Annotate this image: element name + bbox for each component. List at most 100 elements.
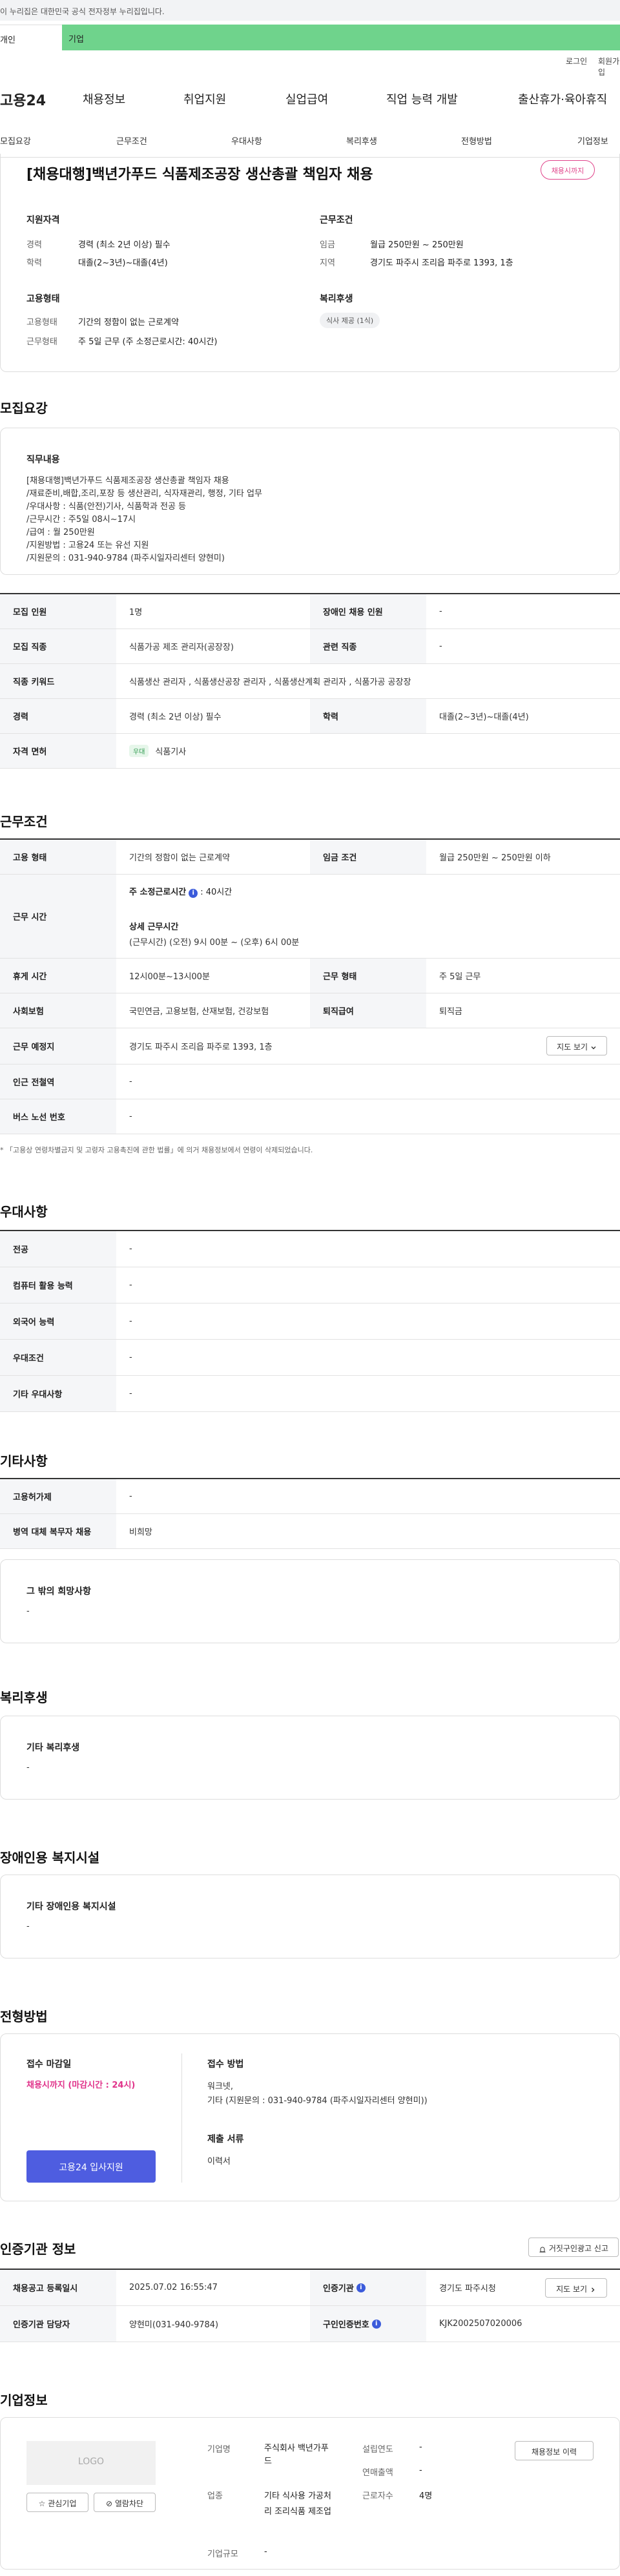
row-key: 외국어 능력 [0,1304,116,1339]
block-company-button[interactable]: ⊘ 열람차단 [94,2493,156,2512]
pref-section-title: 우대사항 [0,1204,48,1220]
favorite-company-button[interactable]: ☆ 관심기업 [26,2493,88,2512]
row-key: 근무 시간 [0,875,116,958]
subnav-company[interactable]: 기업정보 [577,134,608,147]
gnb-item-unemployment-benefit[interactable]: 실업급여 [285,90,328,107]
gnb-item-training[interactable]: 직업 능력 개발 [386,90,458,107]
table-row: 전공 - [0,1231,620,1267]
company-size-value: - [264,2547,267,2557]
company-size-key: 기업규모 [207,2550,238,2559]
table-row: 인근 전철역 - [0,1065,620,1099]
tab-personal-label: 개인 [0,36,16,45]
table-row: 경력 경력 (최소 2년 이상) 필수 학력 대졸(2~3년)~대졸(4년) [0,699,620,734]
report-fake-ad-label: 거짓구인광고 신고 [548,2244,608,2253]
recruit-section-title: 모집요강 [0,400,48,416]
row-key: 관련 직종 [310,629,426,663]
gnb-item-jobs[interactable]: 채용정보 [83,90,125,107]
company-est-value: - [419,2442,422,2452]
gnb-item-employment-support[interactable]: 취업지원 [183,90,226,107]
row-value: - [129,1353,132,1362]
table-row: 기타 우대사항 - [0,1376,620,1412]
subnav-preference[interactable]: 우대사항 [231,134,262,147]
company-employees-key: 근로자수 [362,2491,393,2501]
qual-edu-key: 학력 [26,258,42,268]
company-industry-value: 기타 식사용 가공처리 조리식품 제조업 [264,2491,331,2517]
row-key: 직종 키워드 [0,664,116,698]
detail-hours-value: (근무시간) (오전) 9시 00분 ~ (오후) 6시 00분 [129,938,300,948]
subnav-selection[interactable]: 전형방법 [461,134,492,147]
tab-personal[interactable]: 개인 [0,25,62,50]
info-icon[interactable]: i [356,2283,366,2292]
etc-section-title: 기타사항 [0,1453,48,1469]
company-industry-key: 업종 [207,2491,223,2501]
duty-line: /재료준비,배합,조리,포장 등 생산관리, 식자재관리, 행정, 기타 업무 [26,489,262,499]
login-link[interactable]: 로그인 [566,56,587,67]
job-title: [채용대행]백년가푸드 식품제조공장 생산총괄 책임자 채용 [26,167,373,183]
company-sales-key: 연매출액 [362,2468,393,2478]
block-icon: ⊘ [105,2499,113,2508]
member-type-tabs: 개인 기업 [0,25,620,50]
table-row: 인증기관 담당자 양현미(031-940-9784) 구인인증번호 i KJK20… [0,2306,620,2342]
duty-title: 직무내용 [26,455,60,465]
site-logo[interactable]: 고용24 [0,89,46,110]
global-nav: 고용24 채용정보 취업지원 실업급여 직업 능력 개발 출산휴가·육아휴직 [0,78,620,123]
row-key: 인근 전철역 [0,1065,116,1099]
subnav-work[interactable]: 근무조건 [116,134,147,147]
row-value: 대졸(2~3년)~대졸(4년) [439,712,529,722]
disabled-box-title: 기타 장애인용 복지시설 [26,1902,116,1912]
report-fake-ad-button[interactable]: 거짓구인광고 신고 [528,2238,619,2257]
row-value: 기간의 정함이 없는 근로계약 [129,853,230,863]
etc-wish-box: 그 밖의 희망사항 - [0,1559,620,1643]
row-value: - [129,1244,132,1254]
work-wage-value: 월급 250만원 ~ 250만원 [370,240,464,250]
table-row: 채용공고 등록일시 2025.07.02 16:55:47 인증기관 i 경기도 … [0,2270,620,2306]
deadline-label: 접수 마감일 [26,2059,72,2070]
join-link[interactable]: 회원가입 [598,56,620,78]
chevron-right-icon [591,2287,595,2292]
row-value: 월급 250만원 ~ 250만원 이하 [439,853,551,863]
row-key: 병역 대체 복무자 채용 [0,1514,116,1548]
welfare-box-title: 기타 복리후생 [26,1743,80,1753]
row-value: 2025.07.02 16:55:47 [129,2283,218,2292]
cert-map-button[interactable]: 지도 보기 [545,2278,607,2298]
apply-button[interactable]: 고용24 입사지원 [26,2150,156,2183]
gov-banner: 이 누리집은 대한민국 공식 전자정부 누리집입니다. [0,0,620,21]
welfare-box: 기타 복리후생 - [0,1716,620,1800]
subnav-welfare[interactable]: 복리후생 [346,134,377,147]
info-icon[interactable]: i [371,2319,381,2329]
row-key: 구인인증번호 i [310,2306,426,2342]
hiring-history-button[interactable]: 채용정보 이력 [515,2441,594,2460]
emp-type-key: 고용형태 [26,318,57,327]
tab-company[interactable]: 기업 [62,25,620,50]
row-key: 휴게 시간 [0,959,116,993]
siren-icon [539,2247,546,2252]
duty-line: /지원방법 : 고용24 또는 유선 지원 [26,541,149,550]
company-section-title: 기업정보 [0,2393,48,2408]
preferred-chip: 우대 [129,745,149,757]
work-title: 근무조건 [320,215,353,225]
info-icon[interactable]: i [189,889,198,898]
company-box: LOGO ☆ 관심기업 ⊘ 열람차단 기업명 주식회사 백년가푸드 설립연도 -… [0,2417,620,2570]
gov-banner-text: 이 누리집은 대한민국 공식 전자정부 누리집입니다. [0,7,165,16]
row-key: 사회보험 [0,993,116,1028]
row-key: 모집 직종 [0,629,116,663]
row-value: KJK2002507020006 [439,2319,522,2329]
map-view-button[interactable]: 지도 보기 [546,1036,607,1055]
row-value: - [129,1077,132,1086]
weekly-hours-value: : 40시간 [200,888,232,897]
method-line: 워크넷, [207,2082,234,2092]
company-sales-value: - [419,2466,422,2475]
company-est-key: 설립연도 [362,2445,393,2455]
row-value: 경기도 파주시 조리읍 파주로 1393, 1층 [129,1043,273,1052]
qual-title: 지원자격 [26,215,60,225]
welfare-title: 복리후생 [320,294,353,304]
row-key: 컴퓨터 활용 능력 [0,1267,116,1303]
subnav-recruit[interactable]: 모집요강 [0,134,31,147]
deadline-value: 채용시까지 (마감시간 : 24시) [26,2081,136,2090]
row-key: 기타 우대사항 [0,1376,116,1411]
weekly-hours-label: 주 소정근로시간 [129,888,187,897]
disabled-box: 기타 장애인용 복지시설 - [0,1875,620,1958]
table-row: 고용 형태 기간의 정함이 없는 근로계약 임금 조건 월급 250만원 ~ 2… [0,840,620,875]
row-key: 고용 형태 [0,840,116,874]
gnb-item-leave[interactable]: 출산휴가·육아휴직 [518,90,607,107]
